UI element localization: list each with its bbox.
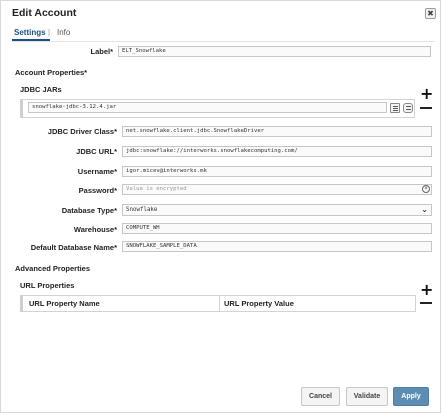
add-jar-icon[interactable]: + xyxy=(420,86,433,102)
jdbc-url-label: JDBC URL* xyxy=(76,147,117,156)
tab-divider xyxy=(12,41,435,42)
label-input[interactable]: ELT_Snowflake xyxy=(118,46,431,57)
tab-settings[interactable]: Settings xyxy=(14,28,46,37)
apply-button[interactable]: Apply xyxy=(393,387,429,406)
remove-jar-icon[interactable] xyxy=(420,107,432,109)
url-property-value-header: URL Property Value xyxy=(224,299,294,308)
database-icon[interactable] xyxy=(403,103,413,113)
url-property-name-header: URL Property Name xyxy=(29,299,100,308)
jdbc-url-input[interactable]: jdbc:snowflake://interworks.snowflakecom… xyxy=(122,146,432,157)
driver-class-label: JDBC Driver Class* xyxy=(47,127,117,136)
database-type-label: Database Type* xyxy=(61,206,117,215)
default-db-input[interactable]: SNOWFLAKE_SAMPLE_DATA xyxy=(122,241,432,252)
url-properties-heading: URL Properties xyxy=(20,281,75,290)
tab-info[interactable]: Info xyxy=(57,28,70,37)
username-label: Username* xyxy=(77,167,117,176)
edit-account-dialog: Edit Account ✖ Settings | Info Label* EL… xyxy=(0,0,441,413)
warehouse-input[interactable]: COMPUTE_WH xyxy=(122,223,432,234)
jdbc-jars-heading: JDBC JARs xyxy=(20,85,62,94)
driver-class-input[interactable]: net.snowflake.client.jdbc.SnowflakeDrive… xyxy=(122,126,432,137)
password-label: Password* xyxy=(78,186,117,195)
remove-url-property-icon[interactable] xyxy=(420,302,432,304)
label-field-label: Label* xyxy=(90,47,113,56)
column-divider xyxy=(219,296,220,311)
warehouse-label: Warehouse* xyxy=(73,225,117,234)
cancel-button[interactable]: Cancel xyxy=(301,387,340,406)
advanced-properties-heading: Advanced Properties xyxy=(15,264,91,273)
close-icon[interactable]: ✖ xyxy=(425,8,436,19)
database-type-value: Snowflake xyxy=(126,207,158,213)
add-url-property-icon[interactable]: + xyxy=(420,282,433,298)
username-input[interactable]: igor.micev@interworks.mk xyxy=(122,166,432,177)
validate-button[interactable]: Validate xyxy=(346,387,388,406)
account-properties-heading: Account Properties* xyxy=(15,68,88,77)
jdbc-jar-input[interactable]: snowflake-jdbc-3.12.4.jar xyxy=(28,102,387,113)
tab-separator: | xyxy=(48,28,51,37)
file-browse-icon[interactable] xyxy=(390,103,400,113)
chevron-down-icon: ⌄ xyxy=(421,205,428,214)
default-db-label: Default Database Name* xyxy=(30,243,117,252)
database-type-select[interactable]: Snowflake ⌄ xyxy=(122,204,432,216)
clear-password-icon[interactable]: × xyxy=(422,185,430,193)
dialog-title: Edit Account xyxy=(12,7,77,19)
password-input[interactable]: Value is encrypted xyxy=(122,184,432,195)
